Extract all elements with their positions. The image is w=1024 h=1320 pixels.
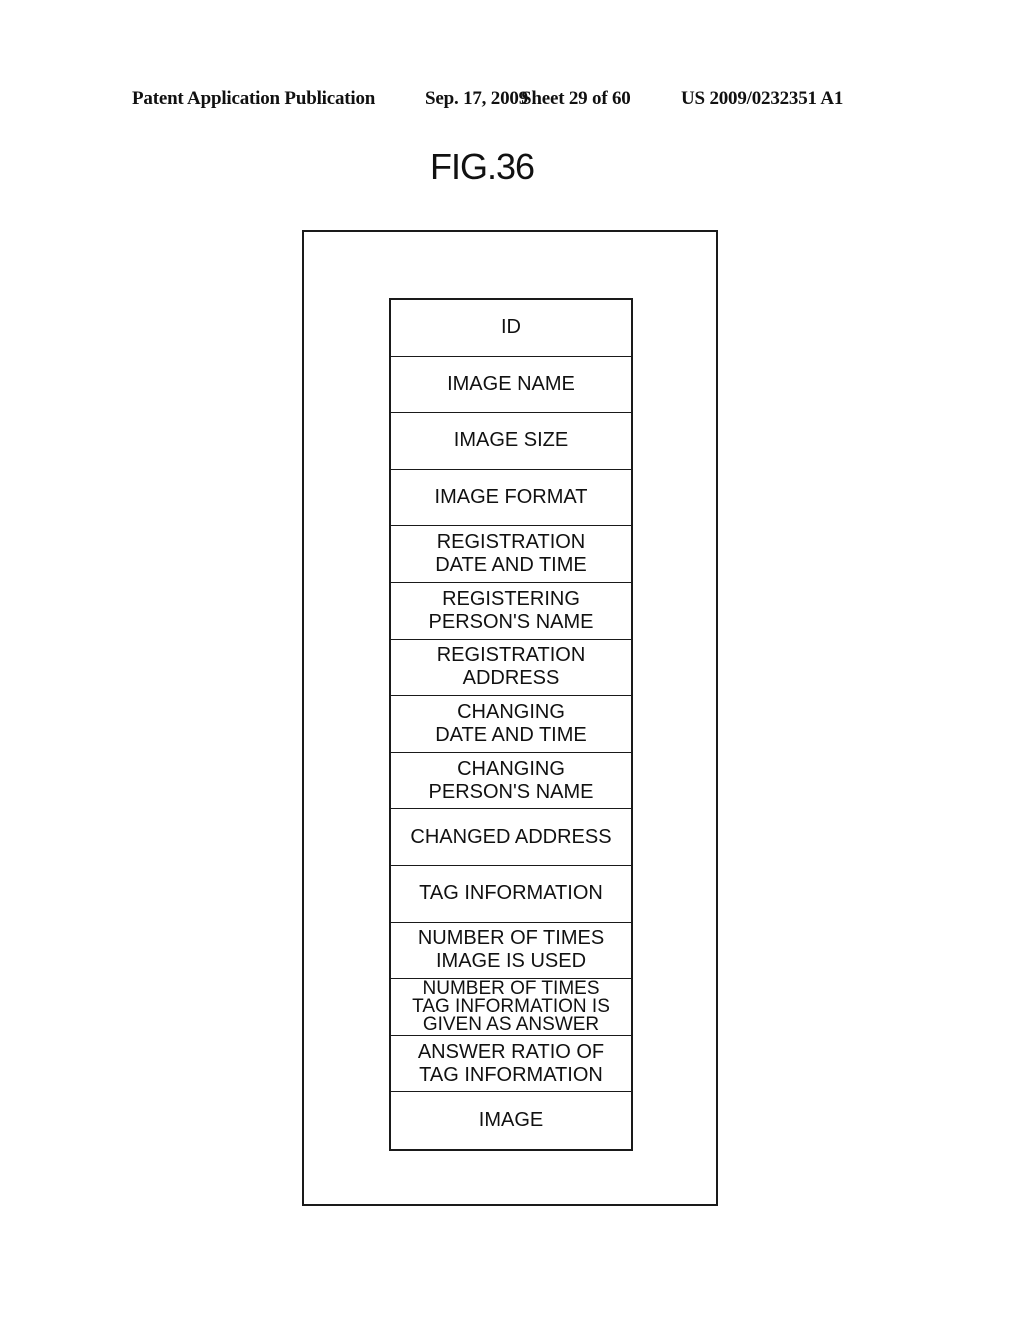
field-changed-address: CHANGED ADDRESS <box>391 809 631 866</box>
field-registration-address: REGISTRATION ADDRESS <box>391 640 631 697</box>
publication-number: US 2009/0232351 A1 <box>681 88 844 109</box>
field-times-image-used: NUMBER OF TIMES IMAGE IS USED <box>391 923 631 980</box>
field-tag-information: TAG INFORMATION <box>391 866 631 923</box>
record-structure-table: ID IMAGE NAME IMAGE SIZE IMAGE FORMAT RE… <box>389 298 633 1151</box>
publication-type: Patent Application Publication <box>132 88 376 109</box>
field-image-format: IMAGE FORMAT <box>391 470 631 527</box>
field-changing-date-time: CHANGING DATE AND TIME <box>391 696 631 753</box>
page-header: Patent Application Publication Sep. 17, … <box>132 88 892 116</box>
field-id: ID <box>391 300 631 357</box>
field-image-name: IMAGE NAME <box>391 357 631 414</box>
figure-title: FIG.36 <box>429 146 535 187</box>
field-registration-date-time: REGISTRATION DATE AND TIME <box>391 526 631 583</box>
field-changing-person-name: CHANGING PERSON'S NAME <box>391 753 631 810</box>
field-registering-person-name: REGISTERING PERSON'S NAME <box>391 583 631 640</box>
field-image-size: IMAGE SIZE <box>391 413 631 470</box>
figure-title-container: FIG.36 <box>0 146 1024 188</box>
publication-date: Sep. 17, 2009 <box>425 88 528 109</box>
field-answer-ratio: ANSWER RATIO OF TAG INFORMATION <box>391 1036 631 1093</box>
sheet-number: Sheet 29 of 60 <box>521 88 631 109</box>
field-times-tag-given-as-answer: NUMBER OF TIMES TAG INFORMATION IS GIVEN… <box>391 979 631 1036</box>
field-image: IMAGE <box>478 1109 544 1132</box>
